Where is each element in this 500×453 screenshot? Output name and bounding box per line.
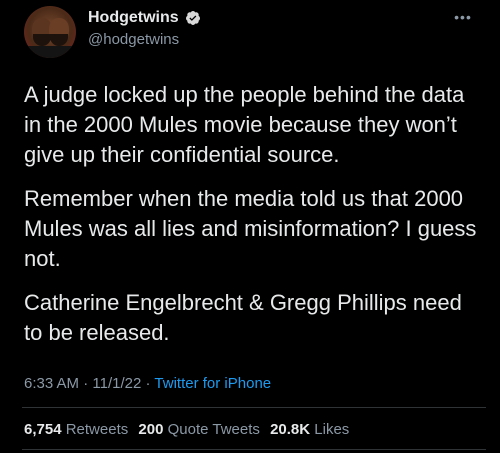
likes-count: 20.8K [270, 421, 311, 438]
avatar-shirt [24, 46, 76, 58]
verified-badge-icon [185, 10, 201, 26]
tweet: Hodgetwins @hodgetwins ••• A judge locke… [0, 0, 500, 453]
tweet-paragraph: Catherine Engelbrecht & Gregg Phillips n… [24, 290, 462, 345]
quote-tweets-label: Quote Tweets [167, 421, 260, 438]
tweet-time[interactable]: 6:33 AM [24, 375, 79, 392]
retweets-count: 6,754 [24, 421, 62, 438]
tweet-source-link[interactable]: Twitter for iPhone [154, 375, 271, 392]
tweet-meta: 6:33 AM · 11/1/22 · Twitter for iPhone [24, 375, 271, 392]
engagement-stats: 6,754 Retweets 200 Quote Tweets 20.8K Li… [24, 421, 355, 438]
quote-tweets-stat[interactable]: 200 Quote Tweets [138, 421, 264, 438]
author-display-name[interactable]: Hodgetwins [88, 9, 179, 27]
avatar-beard-right [50, 34, 68, 46]
avatar[interactable] [24, 6, 76, 58]
likes-stat[interactable]: 20.8K Likes [270, 421, 349, 438]
more-options-icon[interactable]: ••• [452, 10, 474, 24]
likes-label: Likes [314, 421, 350, 438]
divider [22, 407, 486, 408]
tweet-date[interactable]: 11/1/22 [92, 375, 141, 392]
author-handle[interactable]: @hodgetwins [88, 31, 179, 48]
retweets-stat[interactable]: 6,754 Retweets [24, 421, 132, 438]
tweet-text: A judge locked up the people behind the … [24, 80, 486, 362]
tweet-paragraph: Remember when the media told us that 200… [24, 186, 477, 271]
avatar-beard-left [33, 34, 51, 46]
retweets-label: Retweets [65, 421, 129, 438]
quote-tweets-count: 200 [138, 421, 164, 438]
tweet-paragraph: A judge locked up the people behind the … [24, 82, 465, 167]
author-name-row[interactable]: Hodgetwins [88, 9, 201, 27]
divider [22, 449, 486, 450]
meta-separator: · [83, 375, 93, 392]
